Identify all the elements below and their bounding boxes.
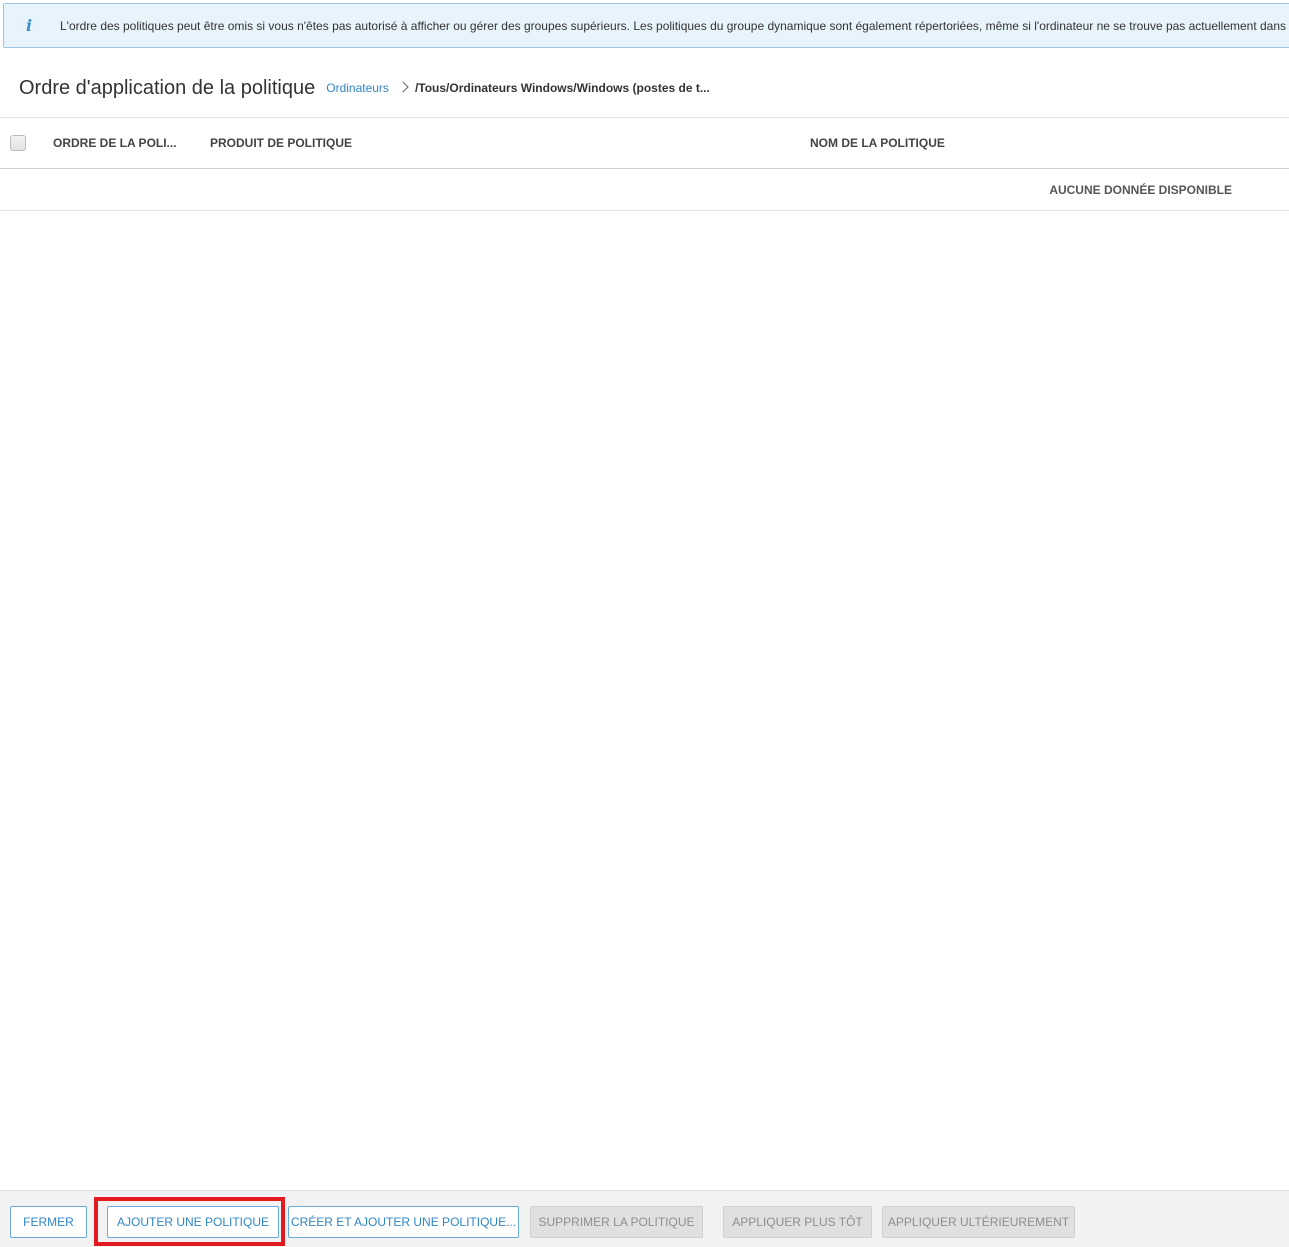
title-row: Ordre d'application de la politique Ordi… [19,72,710,104]
info-banner: i L'ordre des politiques peut être omis … [3,3,1289,48]
delete-policy-button[interactable]: SUPPRIMER LA POLITIQUE [530,1206,703,1238]
column-header-order[interactable]: ORDRE DE LA POLI... [53,118,177,168]
breadcrumb-current-path: /Tous/Ordinateurs Windows/Windows (poste… [414,81,710,95]
select-all-checkbox[interactable] [10,135,26,151]
info-icon: i [25,16,33,35]
add-policy-button[interactable]: AJOUTER UNE POLITIQUE [107,1206,279,1238]
breadcrumb: Ordinateurs /Tous/Ordinateurs Windows/Wi… [326,81,710,95]
apply-later-button[interactable]: APPLIQUER ULTÉRIEUREMENT [882,1206,1075,1238]
apply-earlier-button[interactable]: APPLIQUER PLUS TÔT [723,1206,872,1238]
create-and-add-policy-button[interactable]: CRÉER ET AJOUTER UNE POLITIQUE... [288,1206,519,1238]
page-title: Ordre d'application de la politique [19,76,316,99]
empty-state-message: AUCUNE DONNÉE DISPONIBLE [1049,183,1232,197]
info-banner-text: L'ordre des politiques peut être omis si… [60,18,1289,33]
table-header: ORDRE DE LA POLI... PRODUIT DE POLITIQUE… [0,117,1289,169]
breadcrumb-link-ordinateurs[interactable]: Ordinateurs [326,81,389,95]
column-header-policy-name[interactable]: NOM DE LA POLITIQUE [810,118,945,168]
footer-toolbar: FERMER AJOUTER UNE POLITIQUE CRÉER ET AJ… [0,1190,1289,1247]
table-empty-row: AUCUNE DONNÉE DISPONIBLE [0,169,1289,211]
close-button[interactable]: FERMER [10,1206,87,1238]
chevron-right-icon [397,81,409,93]
column-header-product[interactable]: PRODUIT DE POLITIQUE [210,118,352,168]
